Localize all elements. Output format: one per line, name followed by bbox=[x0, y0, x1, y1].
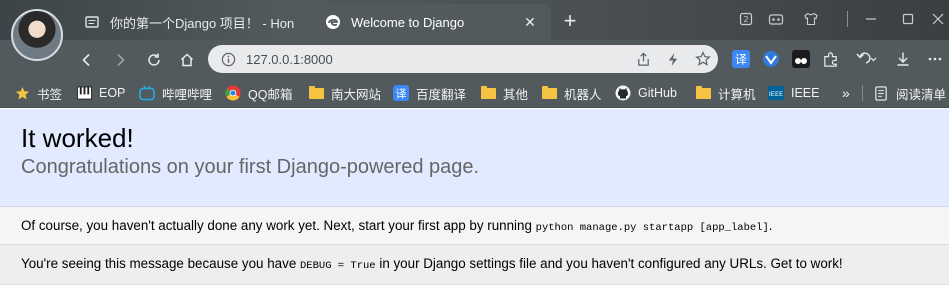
edge-icon bbox=[325, 14, 341, 30]
ieee-icon: IEEE bbox=[768, 85, 784, 101]
bookmark-label: 哔哩哔哩 bbox=[162, 87, 213, 102]
vpn-extension-icon[interactable] bbox=[761, 49, 781, 69]
translate-icon: 译 bbox=[393, 85, 409, 101]
page-title: It worked! bbox=[21, 123, 134, 153]
new-tab-button[interactable]: + bbox=[558, 10, 582, 34]
collections-icon[interactable] bbox=[765, 8, 787, 30]
bookmark-bookmarks[interactable]: 书签 bbox=[14, 84, 62, 102]
document-icon bbox=[84, 14, 100, 30]
bookmark-label: EOP bbox=[99, 86, 126, 100]
toolbar: 127.0.0.1:8000 译 bbox=[0, 40, 949, 78]
more-bookmarks-button[interactable]: » bbox=[842, 84, 850, 102]
folder-icon bbox=[480, 85, 496, 101]
reading-list-button[interactable]: 阅读清单 bbox=[873, 84, 946, 102]
url-text[interactable]: 127.0.0.1:8000 bbox=[246, 52, 628, 67]
bilibili-icon bbox=[139, 85, 155, 101]
bookmarks-bar: 书签 EOP 哔哩哔哩 QQ邮箱 南大网站 译 百度翻译 其他 机器人 GitH… bbox=[0, 78, 949, 108]
instructions-text: Of course, you haven't actually done any… bbox=[21, 218, 536, 233]
explanation-text-end: in your Django settings file and you hav… bbox=[375, 256, 843, 271]
forward-button[interactable] bbox=[107, 47, 133, 73]
summary-section: It worked! Congratulations on your first… bbox=[0, 109, 949, 207]
bookmark-label: 机器人 bbox=[564, 87, 602, 102]
bookmark-label: 百度翻译 bbox=[416, 87, 467, 102]
separator bbox=[836, 8, 858, 30]
svg-text:译: 译 bbox=[735, 53, 747, 67]
svg-text:译: 译 bbox=[396, 88, 407, 101]
tab-label: Welcome to Django bbox=[351, 14, 465, 30]
bookmark-bilibili[interactable]: 哔哩哔哩 bbox=[139, 84, 212, 102]
tab-count-icon[interactable]: 2 bbox=[735, 8, 757, 30]
bookmark-label: 其他 bbox=[503, 87, 529, 102]
bookmark-robot[interactable]: 机器人 bbox=[541, 84, 602, 102]
maximize-icon[interactable] bbox=[897, 8, 919, 30]
address-bar[interactable]: 127.0.0.1:8000 bbox=[208, 45, 718, 73]
page-content: It worked! Congratulations on your first… bbox=[0, 109, 949, 299]
bookmark-baidu-translate[interactable]: 译 百度翻译 bbox=[393, 84, 466, 102]
startapp-command: python manage.py startapp [app_label] bbox=[535, 222, 769, 234]
bookmark-github[interactable]: GitHub bbox=[615, 84, 677, 102]
bookmark-qqmail[interactable]: QQ邮箱 bbox=[225, 84, 292, 102]
piano-icon bbox=[76, 85, 92, 101]
chrome-icon bbox=[225, 85, 241, 101]
page-subtitle: Congratulations on your first Django-pow… bbox=[21, 156, 480, 178]
folder-icon bbox=[308, 85, 324, 101]
tab-label: 你的第一个Django 项目！ - Hon bbox=[110, 15, 295, 31]
github-icon bbox=[615, 85, 631, 101]
bookmark-label: IEEE bbox=[791, 86, 820, 100]
download-icon[interactable] bbox=[893, 49, 913, 69]
home-button[interactable] bbox=[174, 47, 200, 73]
profile-avatar[interactable] bbox=[11, 9, 63, 61]
shirt-icon[interactable] bbox=[800, 8, 822, 30]
tab-strip: 你的第一个Django 项目！ - Hon Welcome to Django … bbox=[0, 0, 949, 40]
tab-welcome-to-django[interactable]: Welcome to Django ✕ bbox=[311, 4, 551, 40]
favorite-star-icon[interactable] bbox=[688, 45, 718, 73]
bookmark-label: 书签 bbox=[37, 87, 63, 102]
debug-setting: DEBUG = True bbox=[300, 260, 376, 272]
bookmark-nju-sites[interactable]: 南大网站 bbox=[308, 84, 381, 102]
folder-icon bbox=[695, 85, 711, 101]
bookmark-label: QQ邮箱 bbox=[248, 87, 293, 102]
reading-list-icon bbox=[873, 85, 889, 101]
star-icon bbox=[14, 85, 30, 101]
bookmark-eop[interactable]: EOP bbox=[76, 84, 125, 102]
bookmark-label: 计算机 bbox=[718, 87, 756, 102]
tab-django-project[interactable]: 你的第一个Django 项目！ - Hon bbox=[72, 4, 302, 40]
tampermonkey-icon[interactable] bbox=[791, 49, 811, 69]
svg-text:2: 2 bbox=[743, 15, 748, 24]
instructions-section: Of course, you haven't actually done any… bbox=[0, 207, 949, 245]
minimize-icon[interactable] bbox=[860, 8, 882, 30]
folder-icon bbox=[541, 85, 557, 101]
bookmark-label: 阅读清单 bbox=[896, 87, 947, 102]
close-window-icon[interactable] bbox=[928, 8, 948, 30]
bookmark-other[interactable]: 其他 bbox=[480, 84, 528, 102]
back-button[interactable] bbox=[74, 47, 100, 73]
close-icon[interactable]: ✕ bbox=[519, 11, 541, 33]
extensions-icon[interactable] bbox=[820, 49, 840, 69]
separator bbox=[862, 84, 863, 102]
bookmark-label: GitHub bbox=[638, 86, 677, 100]
explanation-section: You're seeing this message because you h… bbox=[0, 245, 949, 285]
translate-extension-icon[interactable]: 译 bbox=[731, 49, 751, 69]
instructions-end: . bbox=[768, 218, 773, 233]
svg-text:IEEE: IEEE bbox=[769, 90, 783, 98]
bookmark-label: 南大网站 bbox=[331, 87, 382, 102]
lightning-icon[interactable] bbox=[658, 45, 688, 73]
more-menu-icon[interactable] bbox=[925, 49, 945, 69]
info-icon[interactable] bbox=[220, 51, 236, 67]
undo-dropdown-icon[interactable] bbox=[853, 49, 879, 69]
share-icon[interactable] bbox=[628, 45, 658, 73]
refresh-button[interactable] bbox=[141, 47, 167, 73]
bookmark-ieee[interactable]: IEEE IEEE bbox=[768, 84, 820, 102]
bookmark-computer[interactable]: 计算机 bbox=[695, 84, 756, 102]
explanation-text: You're seeing this message because you h… bbox=[21, 256, 300, 271]
